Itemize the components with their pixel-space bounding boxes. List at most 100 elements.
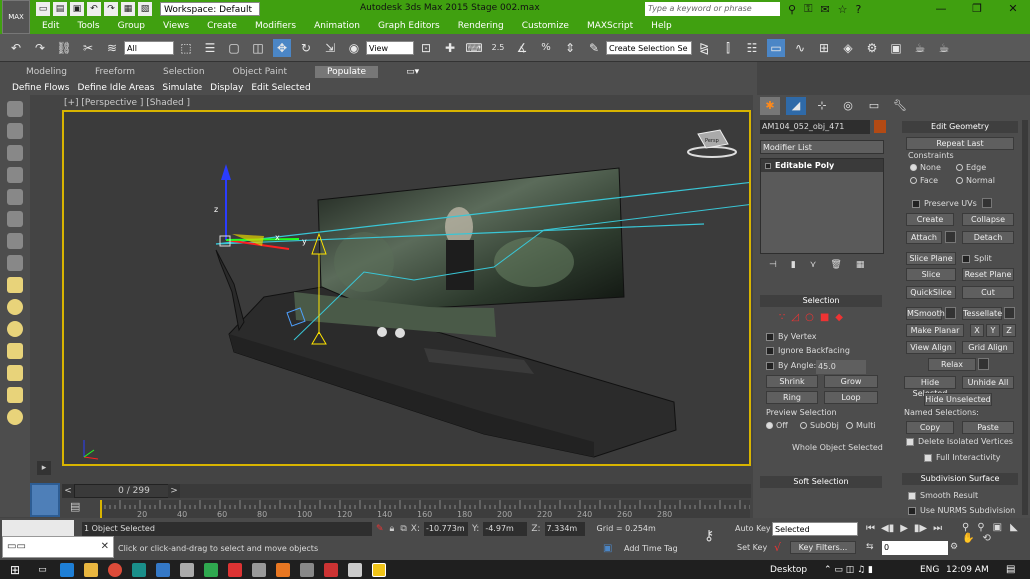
communication-icon[interactable]: ✉ bbox=[820, 3, 829, 16]
list-icon[interactable] bbox=[7, 145, 23, 161]
edge-level-icon[interactable]: ◿ bbox=[791, 312, 799, 323]
camera-icon[interactable] bbox=[7, 211, 23, 227]
x-coordinate-field[interactable]: -10.773m bbox=[423, 522, 468, 536]
relax-settings-icon[interactable] bbox=[978, 358, 989, 370]
edit-named-selection-icon[interactable]: ✎ bbox=[585, 39, 603, 57]
current-frame-field[interactable]: 0 bbox=[882, 541, 948, 555]
go-to-end-icon[interactable]: ⏭ bbox=[933, 523, 942, 534]
by-angle-checkbox[interactable]: By Angle: bbox=[766, 361, 816, 370]
set-key-button[interactable]: Set Key bbox=[737, 543, 767, 552]
app-icon[interactable] bbox=[251, 562, 266, 577]
utilities-tab-icon[interactable]: 🔧︎ bbox=[890, 97, 910, 115]
geosphere-icon[interactable] bbox=[7, 321, 23, 337]
menu-tools[interactable]: Tools bbox=[77, 21, 99, 31]
help-icon[interactable]: ? bbox=[856, 3, 862, 16]
key-curve-icon[interactable]: √ bbox=[774, 541, 781, 554]
display-button[interactable]: Display bbox=[210, 83, 243, 93]
tessellate-button[interactable]: Tessellate bbox=[962, 307, 1002, 320]
snaps-toggle[interactable]: 2.5 bbox=[489, 39, 507, 57]
selection-preview-swatch[interactable] bbox=[30, 483, 60, 517]
slice-button[interactable]: Slice bbox=[906, 268, 956, 281]
file-explorer-icon[interactable] bbox=[83, 562, 98, 577]
constraint-edge-radio[interactable]: Edge bbox=[956, 163, 986, 172]
taskbar-thumbnail-popup[interactable]: ▭▭ ✕ bbox=[2, 536, 114, 558]
link-icon[interactable]: ⛓ bbox=[55, 39, 73, 57]
by-vertex-checkbox[interactable]: By Vertex bbox=[766, 332, 816, 341]
quickslice-button[interactable]: QuickSlice bbox=[906, 286, 956, 299]
menu-rendering[interactable]: Rendering bbox=[458, 21, 504, 31]
key-filters-button[interactable]: Key Filters... bbox=[790, 541, 856, 554]
tab-selection[interactable]: Selection bbox=[163, 67, 204, 77]
copy-selection-button[interactable]: Copy bbox=[906, 421, 954, 434]
align-icon[interactable]: ⫿ bbox=[719, 39, 737, 57]
notifications-icon[interactable]: ▤ bbox=[1006, 564, 1015, 575]
stack-item-editable-poly[interactable]: Editable Poly bbox=[761, 159, 883, 172]
acrobat-icon[interactable] bbox=[227, 562, 242, 577]
attach-button[interactable]: Attach bbox=[906, 231, 942, 244]
stage-screen[interactable] bbox=[317, 167, 625, 315]
perspective-viewport[interactable]: x y z Persp bbox=[62, 110, 755, 466]
clock[interactable]: 12:09 AM bbox=[946, 565, 989, 575]
object-color-swatch[interactable] bbox=[874, 120, 886, 133]
viewcube[interactable]: Persp bbox=[687, 129, 737, 158]
reset-plane-button[interactable]: Reset Plane bbox=[962, 268, 1014, 281]
create-tab-icon[interactable]: ✱ bbox=[760, 97, 780, 115]
constraint-normal-radio[interactable]: Normal bbox=[956, 176, 995, 185]
hold-icon[interactable]: ▦ bbox=[121, 2, 135, 16]
display-tab-icon[interactable]: ▭ bbox=[864, 97, 884, 115]
input-language[interactable]: ENG bbox=[920, 565, 939, 575]
preview-off-radio[interactable]: Off bbox=[766, 421, 788, 430]
planar-y-button[interactable]: Y bbox=[986, 324, 1000, 337]
auto-key-button[interactable]: Auto Key bbox=[735, 524, 771, 533]
preview-subobj-radio[interactable]: SubObj bbox=[800, 421, 839, 430]
panel-scrollbar[interactable] bbox=[1022, 120, 1028, 515]
scene-explorer-icon[interactable] bbox=[7, 123, 23, 139]
go-to-start-icon[interactable]: ⏮ bbox=[866, 523, 875, 534]
define-idle-areas-button[interactable]: Define Idle Areas bbox=[77, 83, 154, 93]
spinner-snap-icon[interactable]: ⇕ bbox=[561, 39, 579, 57]
selection-rollout-header[interactable]: Selection bbox=[760, 295, 882, 307]
slice-plane-button[interactable]: Slice Plane bbox=[906, 252, 956, 265]
search-input[interactable]: Type a keyword or phrase bbox=[645, 2, 780, 16]
reference-coordinate-dropdown[interactable]: View bbox=[366, 40, 414, 55]
ring-button[interactable]: Ring bbox=[766, 391, 818, 404]
pivot-center-icon[interactable]: ⊡ bbox=[417, 39, 435, 57]
y-coordinate-field[interactable]: -4.97m bbox=[483, 522, 528, 536]
3dsmax-task-icon[interactable] bbox=[131, 562, 146, 577]
subdivision-surface-rollout-header[interactable]: Subdivision Surface bbox=[902, 473, 1018, 485]
zoom-all-icon[interactable]: ⚲ bbox=[977, 522, 984, 533]
menu-customize[interactable]: Customize bbox=[522, 21, 569, 31]
pin-stack-icon[interactable]: ⊣ bbox=[769, 260, 777, 270]
start-icon[interactable]: ⊞ bbox=[10, 563, 20, 577]
box-icon[interactable] bbox=[7, 277, 23, 293]
modifier-stack[interactable]: Editable Poly bbox=[760, 158, 884, 254]
track-bar[interactable]: 20 40 60 80 100 120 140 160 180 200 220 … bbox=[100, 500, 750, 519]
edit-selected-button[interactable]: Edit Selected bbox=[251, 83, 310, 93]
menu-create[interactable]: Create bbox=[207, 21, 237, 31]
menu-graph-editors[interactable]: Graph Editors bbox=[378, 21, 440, 31]
detach-button[interactable]: Detach bbox=[962, 231, 1014, 244]
save-file-icon[interactable]: ▣ bbox=[70, 2, 84, 16]
polygon-level-icon[interactable]: ■ bbox=[820, 312, 829, 323]
close-button[interactable]: ✕ bbox=[996, 0, 1030, 18]
unhide-all-button[interactable]: Unhide All bbox=[962, 376, 1014, 389]
grow-button[interactable]: Grow bbox=[824, 375, 878, 388]
viewport-label[interactable]: [+] [Perspective ] [Shaded ] bbox=[64, 98, 190, 108]
split-checkbox[interactable]: Split bbox=[962, 254, 992, 263]
manipulate-icon[interactable]: ✚ bbox=[441, 39, 459, 57]
cut-button[interactable]: Cut bbox=[962, 286, 1014, 299]
stage-platform[interactable] bbox=[228, 286, 677, 458]
desktop-toolbar-label[interactable]: Desktop bbox=[770, 565, 807, 575]
particle-icon[interactable] bbox=[7, 255, 23, 271]
helper-icon[interactable] bbox=[7, 233, 23, 249]
key-mode-dropdown[interactable]: Selected bbox=[772, 522, 858, 536]
previous-frame-icon[interactable]: ◀▮ bbox=[881, 523, 894, 534]
remove-modifier-icon[interactable]: 🗑︎ bbox=[830, 260, 841, 270]
window-crossing-icon[interactable]: ◫ bbox=[249, 39, 267, 57]
modify-tab-icon[interactable]: ◢ bbox=[786, 97, 806, 115]
restore-button[interactable]: ❐ bbox=[960, 0, 994, 18]
light-icon[interactable] bbox=[7, 189, 23, 205]
hierarchy-tab-icon[interactable]: ⊹ bbox=[812, 97, 832, 115]
new-file-icon[interactable]: ▭ bbox=[36, 2, 50, 16]
edge-browser-icon[interactable] bbox=[59, 562, 74, 577]
